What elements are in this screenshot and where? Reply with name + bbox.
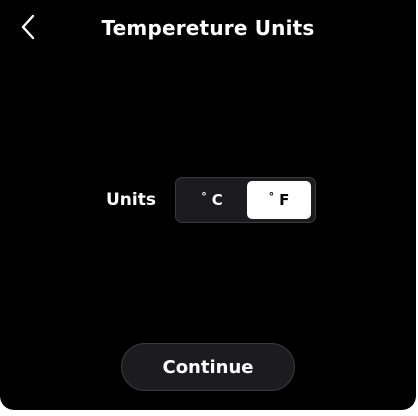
- degree-symbol: °: [201, 189, 207, 203]
- celsius-option[interactable]: ° C: [180, 181, 244, 219]
- degree-symbol: °: [268, 189, 275, 203]
- page-title: Tempereture Units: [101, 16, 315, 40]
- units-segmented-control: ° C ° F: [175, 177, 316, 223]
- units-label: Units: [106, 190, 156, 210]
- fahrenheit-label: F: [279, 191, 290, 209]
- units-row: Units ° C ° F: [0, 176, 416, 224]
- fahrenheit-option[interactable]: ° F: [247, 181, 311, 219]
- continue-button[interactable]: Continue: [121, 343, 295, 391]
- screen: Tempereture Units Units ° C ° F Continue: [0, 0, 416, 410]
- celsius-label: C: [211, 191, 223, 209]
